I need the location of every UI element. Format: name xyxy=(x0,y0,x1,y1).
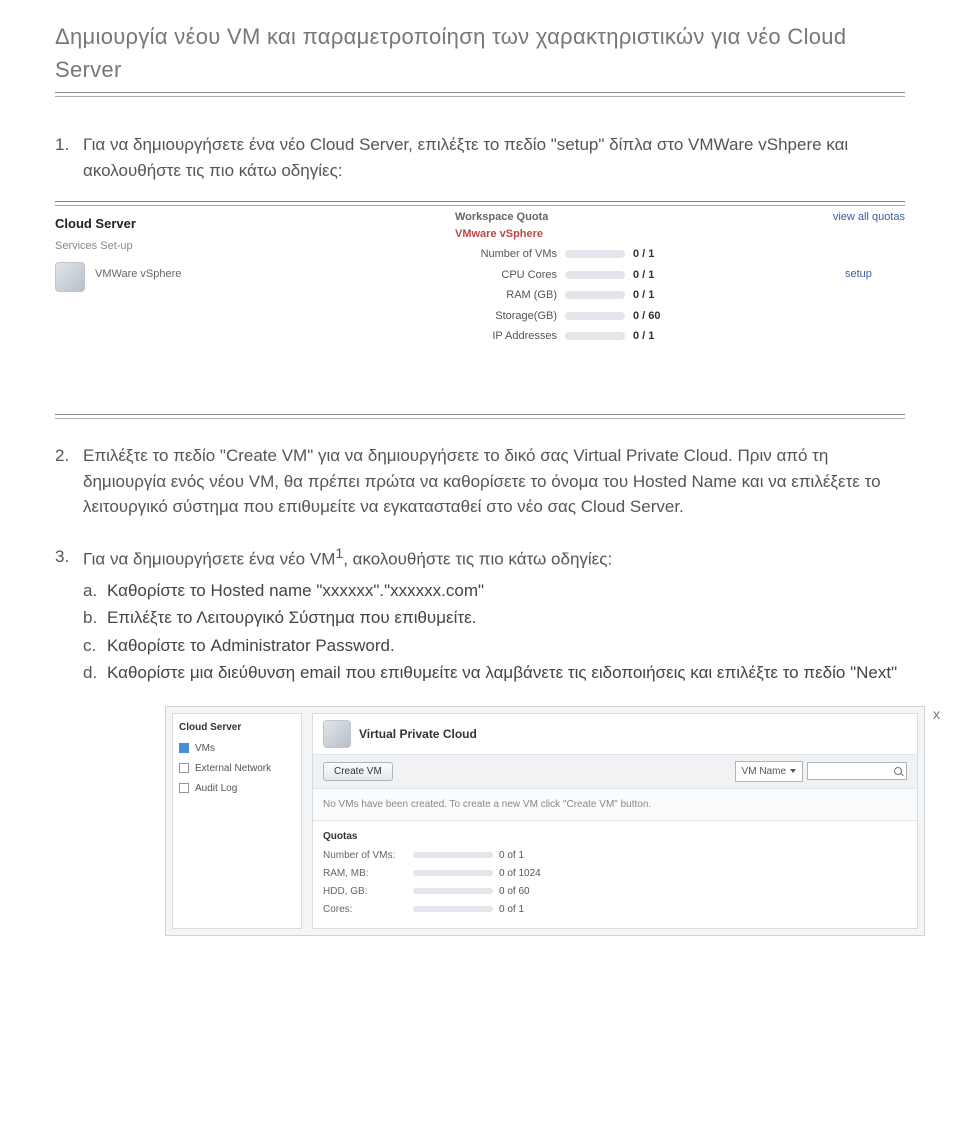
sub-b-text: Επιλέξτε το Λειτουργικό Σύστημα που επιθ… xyxy=(107,605,476,631)
sidebar: Cloud Server VMs External Network Audit … xyxy=(172,713,302,929)
quota-value: 0 of 1024 xyxy=(499,866,541,881)
quota-value: 0 / 1 xyxy=(633,328,654,345)
quota-label: RAM, MB: xyxy=(323,866,413,881)
vpc-icon xyxy=(323,720,351,748)
quota-value: 0 of 1 xyxy=(499,848,524,863)
sub-b-letter: b. xyxy=(83,605,107,631)
sub-c-letter: c. xyxy=(83,633,107,659)
quota-label: Number of VMs: xyxy=(323,848,413,863)
step3-intro: Για να δημιουργήσετε ένα νέο VM1, ακολου… xyxy=(83,544,905,572)
workspace-quota-label: Workspace Quota xyxy=(455,209,755,226)
quota-row: RAM (GB) 0 / 1 xyxy=(455,287,755,304)
quota-label: Number of VMs xyxy=(455,246,565,263)
step3-intro-a: Για να δημιουργήσετε ένα νέο VM xyxy=(83,549,335,568)
create-vm-button[interactable]: Create VM xyxy=(323,762,393,781)
sidebar-item-audit-log[interactable]: Audit Log xyxy=(179,781,295,796)
step2-text: Επιλέξτε το πεδίο "Create VM" για να δημ… xyxy=(83,443,905,520)
quota-row: Storage(GB) 0 / 60 xyxy=(455,308,755,325)
vmware-vsphere-quota-label: VMware vSphere xyxy=(455,226,755,243)
page-title: Δημιουργία νέου VM και παραμετροποίηση τ… xyxy=(55,20,905,86)
quota-label: CPU Cores xyxy=(455,267,565,284)
search-input[interactable] xyxy=(807,762,907,780)
checkbox-icon xyxy=(179,743,189,753)
title-divider xyxy=(55,92,905,97)
screenshot-cloud-server-setup: Cloud Server Services Set-up VMWare vSph… xyxy=(55,201,905,419)
quota-bar xyxy=(565,312,625,320)
quota-row: CPU Cores 0 / 1 xyxy=(455,267,755,284)
quota-bar xyxy=(565,271,625,279)
quota-row: HDD, GB: 0 of 60 xyxy=(323,884,907,899)
sidebar-item-external-network[interactable]: External Network xyxy=(179,761,295,776)
quota-value: 0 / 1 xyxy=(633,246,654,263)
quota-label: RAM (GB) xyxy=(455,287,565,304)
main-panel: Virtual Private Cloud Create VM VM Name xyxy=(312,713,918,929)
sidebar-item-vms[interactable]: VMs xyxy=(179,741,295,756)
close-icon[interactable]: x xyxy=(933,704,940,725)
sub-c-text: Καθορίστε το Administrator Password. xyxy=(107,633,395,659)
step3-intro-b: , ακολουθήστε τις πιο κάτω οδηγίες: xyxy=(343,549,612,568)
quota-bar xyxy=(413,906,493,912)
sidebar-item-label: External Network xyxy=(195,761,271,776)
quota-bar xyxy=(413,852,493,858)
setup-link[interactable]: setup xyxy=(845,262,905,283)
quota-row: Number of VMs 0 / 1 xyxy=(455,246,755,263)
step1-number: 1. xyxy=(55,132,83,183)
sidebar-item-label: VMs xyxy=(195,741,215,756)
quota-label: Cores: xyxy=(323,902,413,917)
sub-d-text: Καθορίστε μια διεύθυνση email που επιθυμ… xyxy=(107,660,897,686)
sub-a-letter: a. xyxy=(83,578,107,604)
quota-bar xyxy=(565,291,625,299)
quota-label: HDD, GB: xyxy=(323,884,413,899)
search-icon xyxy=(894,767,902,775)
sidebar-item-label: Audit Log xyxy=(195,781,237,796)
step1-text: Για να δημιουργήσετε ένα νέο Cloud Serve… xyxy=(83,132,905,183)
quota-value: 0 / 1 xyxy=(633,267,654,284)
chevron-down-icon xyxy=(790,769,796,773)
quota-bar xyxy=(413,888,493,894)
quota-value: 0 of 60 xyxy=(499,884,530,899)
quota-value: 0 / 1 xyxy=(633,287,654,304)
quota-row: Cores: 0 of 1 xyxy=(323,902,907,917)
quota-row: RAM, MB: 0 of 1024 xyxy=(323,866,907,881)
quota-bar xyxy=(413,870,493,876)
sub-a-text: Καθορίστε το Hosted name "xxxxxx"."xxxxx… xyxy=(107,578,484,604)
vm-name-dropdown[interactable]: VM Name xyxy=(735,761,803,782)
quota-label: Storage(GB) xyxy=(455,308,565,325)
sub-d-letter: d. xyxy=(83,660,107,686)
empty-state-message: No VMs have been created. To create a ne… xyxy=(313,789,917,821)
quota-label: IP Addresses xyxy=(455,328,565,345)
dropdown-label: VM Name xyxy=(742,764,786,779)
quota-row: Number of VMs: 0 of 1 xyxy=(323,848,907,863)
quota-row: IP Addresses 0 / 1 xyxy=(455,328,755,345)
screenshot-vpc-panel: Cloud Server VMs External Network Audit … xyxy=(165,706,925,936)
quota-bar xyxy=(565,332,625,340)
step3-number: 3. xyxy=(55,544,83,572)
vmware-icon xyxy=(55,262,85,292)
checkbox-icon xyxy=(179,763,189,773)
step2-number: 2. xyxy=(55,443,83,520)
view-all-quotas-link[interactable]: view all quotas xyxy=(833,209,905,226)
quota-value: 0 / 60 xyxy=(633,308,661,325)
sidebar-title: Cloud Server xyxy=(179,720,295,735)
quota-value: 0 of 1 xyxy=(499,902,524,917)
checkbox-icon xyxy=(179,783,189,793)
vpc-title: Virtual Private Cloud xyxy=(359,725,477,743)
quotas-title: Quotas xyxy=(323,829,907,844)
quota-bar xyxy=(565,250,625,258)
